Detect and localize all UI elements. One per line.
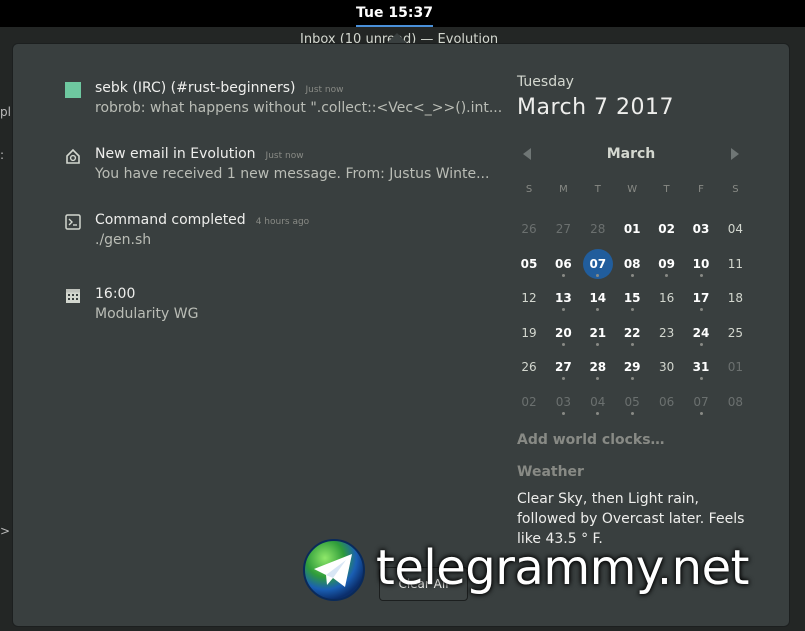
event-indicator-dot [699,308,703,311]
event-indicator-dot [630,342,634,346]
event-indicator-dot [699,377,703,380]
event-indicator-dot [699,411,703,415]
watermark-text: telegrammy.net [376,540,749,596]
terminal-icon [65,214,81,230]
add-world-clocks-button[interactable]: Add world clocks… [517,432,665,448]
calendar-day[interactable]: 02 [650,214,684,244]
calendar-day[interactable]: 18 [718,283,752,313]
calendar-day[interactable]: 04 [718,214,752,244]
current-day-name: Tuesday [517,74,574,90]
event-indicator-dot [630,273,634,277]
calendar-day[interactable]: 26 [512,352,546,382]
calendar-day[interactable]: 02 [512,387,546,417]
notification-body: You have received 1 new message. From: J… [95,166,490,182]
event-indicator-dot [630,377,634,380]
calendar-day[interactable]: 01 [718,352,752,382]
event-indicator-dot [699,273,703,277]
calendar-day[interactable]: 26 [512,214,546,244]
weekday-label: S [525,184,533,195]
weather-title[interactable]: Weather [517,464,584,480]
calendar-day[interactable]: 08 [718,387,752,417]
calendar-day[interactable]: 27 [546,214,580,244]
chat-icon [65,82,81,98]
next-month-icon[interactable] [731,148,739,160]
event-indicator-dot [630,411,634,415]
event-indicator-dot [630,308,634,311]
notification-title: New email in Evolution [95,146,256,162]
notification-title: sebk (IRC) (#rust-beginners) [95,80,296,96]
event-indicator-dot [561,342,565,346]
event-time: 16:00 [95,286,136,302]
telegram-logo-icon [302,538,366,602]
event-indicator-dot [561,273,565,277]
calendar-day[interactable]: 01 [615,214,649,244]
event-indicator-dot [561,411,565,415]
notification-body: robrob: what happens without ".collect::… [95,100,503,116]
weekday-label: M [559,184,568,195]
calendar-day[interactable]: 03 [684,214,718,244]
mail-icon [65,148,81,164]
weekday-label: T [594,184,601,195]
notification-title: Command completed [95,212,246,228]
event-indicator-dot [596,411,600,415]
calendar-day[interactable]: 11 [718,249,752,279]
weekday-label: F [698,184,704,195]
background-left-glyph: : [0,148,5,162]
calendar-day[interactable]: 06 [650,387,684,417]
event-indicator-dot [699,342,703,346]
weekday-label: T [663,184,670,195]
calendar-icon [65,288,81,304]
event-indicator-dot [596,273,600,277]
background-left-glyph: pl [0,105,11,119]
calendar-day[interactable]: 05 [512,249,546,279]
event-indicator-dot [561,377,565,380]
top-bar: Tue 15:37 [0,0,805,27]
calendar-day[interactable]: 19 [512,318,546,348]
notification-time: 4 hours ago [255,217,310,227]
event-indicator-dot [665,273,669,277]
weekday-label: S [732,184,739,195]
weekday-label: W [627,184,638,195]
month-label: March [606,146,656,162]
calendar-day[interactable]: 28 [581,214,615,244]
calendar-day[interactable]: 30 [650,352,684,382]
current-date: March 7 2017 [517,95,675,120]
event-title: Modularity WG [95,306,199,322]
notification-time: Just now [305,85,344,95]
notification-body: ./gen.sh [95,232,152,248]
calendar-header: March [517,146,745,166]
watermark: telegrammy.net [302,538,792,602]
event-indicator-dot [561,308,565,311]
calendar-day[interactable]: 25 [718,318,752,348]
calendar-day[interactable]: 16 [650,283,684,313]
event-indicator-dot [596,342,600,346]
calendar-day[interactable]: 23 [650,318,684,348]
notification-time: Just now [265,151,304,161]
clock-button[interactable]: Tue 15:37 [356,0,433,27]
background-left-glyph: > [0,524,11,538]
calendar-day[interactable]: 12 [512,283,546,313]
